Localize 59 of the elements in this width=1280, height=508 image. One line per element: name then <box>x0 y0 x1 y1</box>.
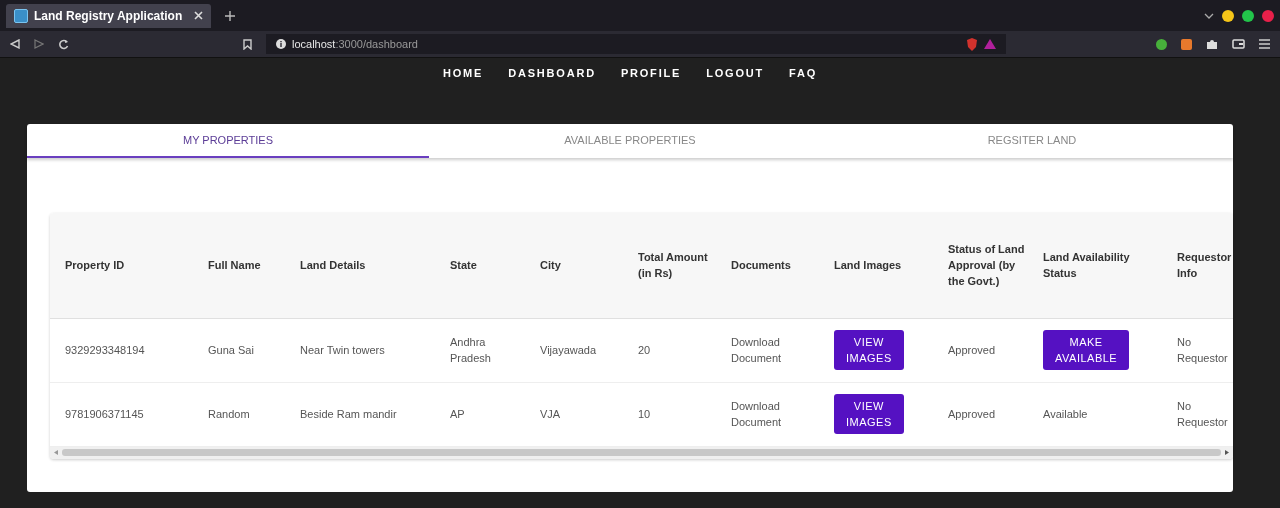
table-cell: 9329293348194 <box>65 344 145 356</box>
table-cell: Approved <box>948 408 996 420</box>
table-cell: No Requestor <box>1177 400 1228 428</box>
table-cell: Download Document <box>731 336 782 364</box>
table-cell: Random <box>208 408 250 420</box>
column-header: City <box>540 259 561 272</box>
table-cell: Vijayawada <box>540 344 597 356</box>
column-header: Requestor Info <box>1177 251 1232 280</box>
column-header: Property ID <box>65 259 125 272</box>
column-header: State <box>450 259 477 272</box>
nav-link[interactable]: FAQ <box>789 67 818 124</box>
nav-link[interactable]: LOGOUT <box>706 67 764 124</box>
table-cell: 20 <box>638 344 651 356</box>
action-button[interactable]: MAKE AVAILABLE <box>1043 330 1130 370</box>
table-cell: Available <box>1043 408 1088 420</box>
table-cell: No Requestor <box>1177 336 1228 364</box>
wallet-icon[interactable] <box>1232 39 1245 49</box>
address-field[interactable]: localhost:3000/dashboard <box>266 34 1006 54</box>
column-header: Documents <box>731 259 791 272</box>
table-cell: Download Document <box>731 400 782 428</box>
action-button[interactable]: VIEW IMAGES <box>834 330 904 370</box>
table-cell: Andhra Pradesh <box>450 336 491 364</box>
chevron-down-icon[interactable] <box>1204 12 1214 19</box>
menu-icon[interactable] <box>1259 39 1270 49</box>
info-icon <box>276 39 286 49</box>
action-button[interactable]: VIEW IMAGES <box>834 394 904 434</box>
nav-link[interactable]: HOME <box>442 67 484 124</box>
new-tab-icon[interactable] <box>225 10 235 21</box>
column-header: Status of Land Approval (by the Govt.) <box>948 243 1025 288</box>
shield-icon[interactable] <box>966 37 978 51</box>
table-cell: Guna Sai <box>208 344 254 356</box>
table-cell: Near Twin towers <box>300 344 385 356</box>
table-cell: VJA <box>540 408 561 420</box>
reload-icon[interactable] <box>58 38 69 50</box>
close-window-icon[interactable] <box>1262 9 1274 22</box>
tab[interactable]: MY PROPERTIES <box>27 124 429 158</box>
table-cell: Approved <box>948 344 996 356</box>
scroll-right-icon[interactable] <box>1225 450 1229 455</box>
bookmark-icon[interactable] <box>243 38 252 50</box>
minimize-icon[interactable] <box>1222 9 1234 22</box>
tab[interactable]: AVAILABLE PROPERTIES <box>429 124 831 158</box>
close-icon[interactable] <box>194 11 203 20</box>
favicon-icon <box>14 8 28 23</box>
nav-link[interactable]: PROFILE <box>620 67 682 124</box>
table-cell: Beside Ram mandir <box>300 408 397 420</box>
column-header: Full Name <box>208 259 261 272</box>
forward-icon[interactable] <box>34 39 44 49</box>
table-cell: 10 <box>638 408 651 420</box>
column-header: Total Amount (in Rs) <box>638 251 708 280</box>
triangle-icon[interactable] <box>984 39 996 49</box>
column-header: Land Availability Status <box>1043 251 1130 280</box>
tab[interactable]: REGSITER LAND <box>831 124 1233 158</box>
nav-link[interactable]: DASHBOARD <box>508 67 596 124</box>
maximize-icon[interactable] <box>1242 9 1254 22</box>
column-header: Land Images <box>834 259 902 272</box>
table-cell: AP <box>450 408 465 420</box>
back-icon[interactable] <box>10 39 20 49</box>
table-cell: 9781906371145 <box>65 408 144 420</box>
column-header: Land Details <box>300 259 366 272</box>
